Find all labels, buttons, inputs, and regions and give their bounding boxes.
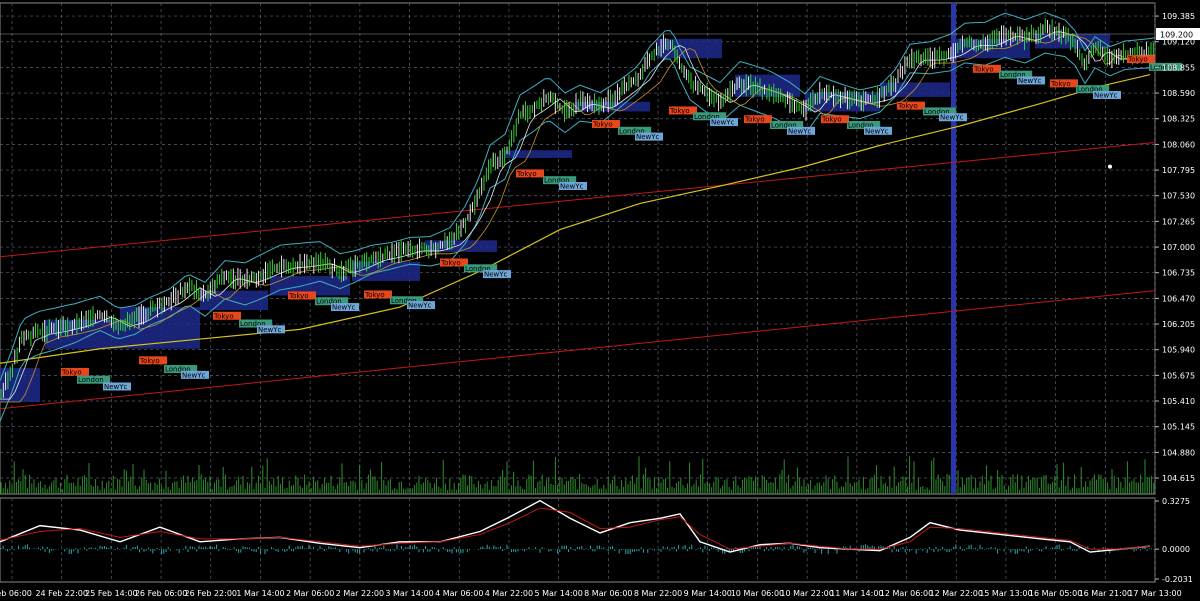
x-tick-label: 4 Mar 06:00 [435,589,483,598]
chart-axes: 109.385109.120108.855108.590108.325108.0… [0,12,1200,598]
y-tick-label: 105.145 [1162,423,1195,432]
x-tick-label: 12 Mar 06:00 [880,589,933,598]
x-tick-label: 8 Mar 22:00 [634,589,682,598]
session-tag: NewYc [940,114,964,122]
x-tick-label: 5 Mar 14:00 [534,589,582,598]
session-tag: NewYc [788,127,812,135]
session-tag: Tokyo [973,65,994,73]
session-tag: Tokyo [821,116,842,124]
session-tag: NewYc [258,326,282,334]
current-price-label: 109.200 [1160,30,1193,39]
y-tick-label: 104.880 [1162,448,1195,457]
x-tick-label: 2 Mar 06:00 [286,589,334,598]
session-tag: NewYc [332,304,356,312]
session-tag: Tokyo [897,102,918,110]
x-tick-label: 10 Mar 06:00 [731,589,784,598]
y-tick-label: 109.385 [1162,12,1195,21]
session-tag: Tokyo [1127,56,1148,64]
x-tick-label: 16 Mar 21:00 [1079,589,1132,598]
y-tick-label: 106.735 [1162,269,1195,278]
x-tick-label: 2 Mar 22:00 [336,589,384,598]
session-tag: Tokyo [213,312,234,320]
session-tag: NewYc [182,371,206,379]
osc-y-tick-label: 0.3275 [1162,497,1190,506]
y-tick-label: 107.530 [1162,192,1195,201]
y-tick-label: 107.265 [1162,217,1195,226]
session-tag: Tokyo [669,107,690,115]
session-tag: NewYc [636,133,660,141]
x-tick-label: 4 Mar 22:00 [485,589,533,598]
osc-y-tick-label: -0.2031 [1162,575,1193,584]
osc-signal-line [0,507,1151,550]
x-tick-label: 17 Mar 13:00 [1128,589,1181,598]
x-tick-label: Feb 06:00 [0,589,32,598]
session-tag: Tokyo [1050,80,1071,88]
volume-histogram [0,456,1155,494]
session-tag: Tokyo [744,116,765,124]
session-tag: Tokyo [288,292,309,300]
x-tick-label: 24 Feb 22:00 [35,589,87,598]
x-tick-label: 26 Feb 06:00 [135,589,187,598]
oscillator-pane-frame [0,497,1156,583]
session-tag: Tokyo [440,259,461,267]
x-tick-label: 9 Mar 14:00 [684,589,732,598]
session-tag: Tokyo [139,357,160,365]
session-tag: NewYc [865,127,889,135]
x-tick-label: 3 Mar 14:00 [385,589,433,598]
y-tick-label: 107.795 [1162,166,1195,175]
session-tag: NewYc [560,183,584,191]
channel-upper-line [0,141,1156,258]
x-tick-label: 26 Feb 22:00 [185,589,237,598]
x-tick-label: 10 Mar 22:00 [780,589,833,598]
session-tag: NewYc [104,383,128,391]
x-tick-label: 25 Feb 14:00 [85,589,137,598]
x-tick-label: 8 Mar 06:00 [584,589,632,598]
session-tag: London [78,376,104,384]
session-tag: NewYc [1018,77,1042,85]
session-boxes [0,33,1110,402]
session-tag: NewYc [1094,91,1118,99]
y-tick-label: 105.940 [1162,346,1195,355]
y-tick-label: 104.615 [1162,474,1195,483]
session-tag: Tokyo [364,291,385,299]
session-tag: NewYc [484,271,508,279]
channel-end-dot [1108,164,1112,169]
y-tick-label: 105.675 [1162,371,1195,380]
y-tick-label: 108.855 [1162,63,1195,72]
y-tick-label: 106.470 [1162,294,1195,303]
y-tick-label: 108.325 [1162,115,1195,124]
y-tick-label: 108.590 [1162,89,1195,98]
x-tick-label: 1 Mar 14:00 [236,589,284,598]
price-pane-frame [0,2,1156,495]
y-tick-label: 105.410 [1162,397,1195,406]
trading-chart: TokyoLondonNewYcTokyoLondonNewYcTokyoLon… [0,2,1200,598]
osc-y-tick-label: 0.0000 [1162,545,1190,554]
osc-main-line [0,499,1151,553]
indicator-lines [0,3,1156,555]
y-tick-label: 106.205 [1162,320,1195,329]
x-tick-label: 16 Mar 05:00 [1029,589,1082,598]
y-tick-label: 108.060 [1162,140,1195,149]
session-tag: NewYc [711,119,735,127]
session-tag: NewYc [408,302,432,310]
x-tick-label: 11 Mar 14:00 [830,589,883,598]
vertical-marker [951,3,956,494]
x-tick-label: 15 Mar 13:00 [979,589,1032,598]
x-tick-label: 12 Mar 22:00 [930,589,983,598]
session-tag: Tokyo [516,170,537,178]
y-tick-label: 107.000 [1162,243,1195,252]
session-tag: Tokyo [592,121,613,129]
